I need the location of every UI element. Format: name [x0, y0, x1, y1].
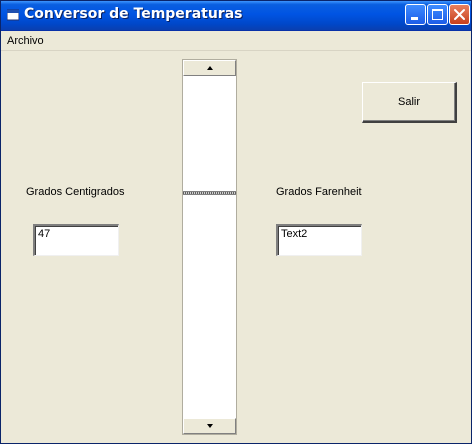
- scroll-up-button[interactable]: [183, 60, 236, 76]
- arrow-down-icon: [207, 424, 213, 428]
- exit-button[interactable]: Salir: [362, 82, 457, 123]
- menu-separator: [1, 50, 471, 51]
- menu-bar: Archivo: [1, 31, 471, 49]
- arrow-up-icon: [207, 66, 213, 70]
- close-button[interactable]: [449, 4, 470, 25]
- fahrenheit-input[interactable]: Text2: [276, 224, 362, 256]
- celsius-input[interactable]: 47: [33, 224, 119, 256]
- maximize-button[interactable]: [427, 4, 448, 25]
- menu-archivo[interactable]: Archivo: [7, 35, 44, 47]
- fahrenheit-label: Grados Farenheit: [276, 186, 362, 198]
- scroll-down-button[interactable]: [183, 418, 236, 434]
- scroll-thumb[interactable]: [183, 190, 236, 195]
- minimize-icon: [411, 17, 418, 20]
- close-icon: [454, 9, 465, 20]
- window-title: Conversor de Temperaturas: [24, 6, 243, 22]
- temperature-scrollbar[interactable]: [182, 59, 237, 435]
- title-bar[interactable]: Conversor de Temperaturas: [1, 1, 471, 31]
- app-icon: [7, 9, 19, 21]
- app-window: Conversor de Temperaturas Archivo Salir …: [0, 0, 472, 444]
- minimize-button[interactable]: [405, 4, 426, 25]
- celsius-label: Grados Centigrados: [26, 186, 125, 198]
- maximize-icon: [432, 9, 443, 20]
